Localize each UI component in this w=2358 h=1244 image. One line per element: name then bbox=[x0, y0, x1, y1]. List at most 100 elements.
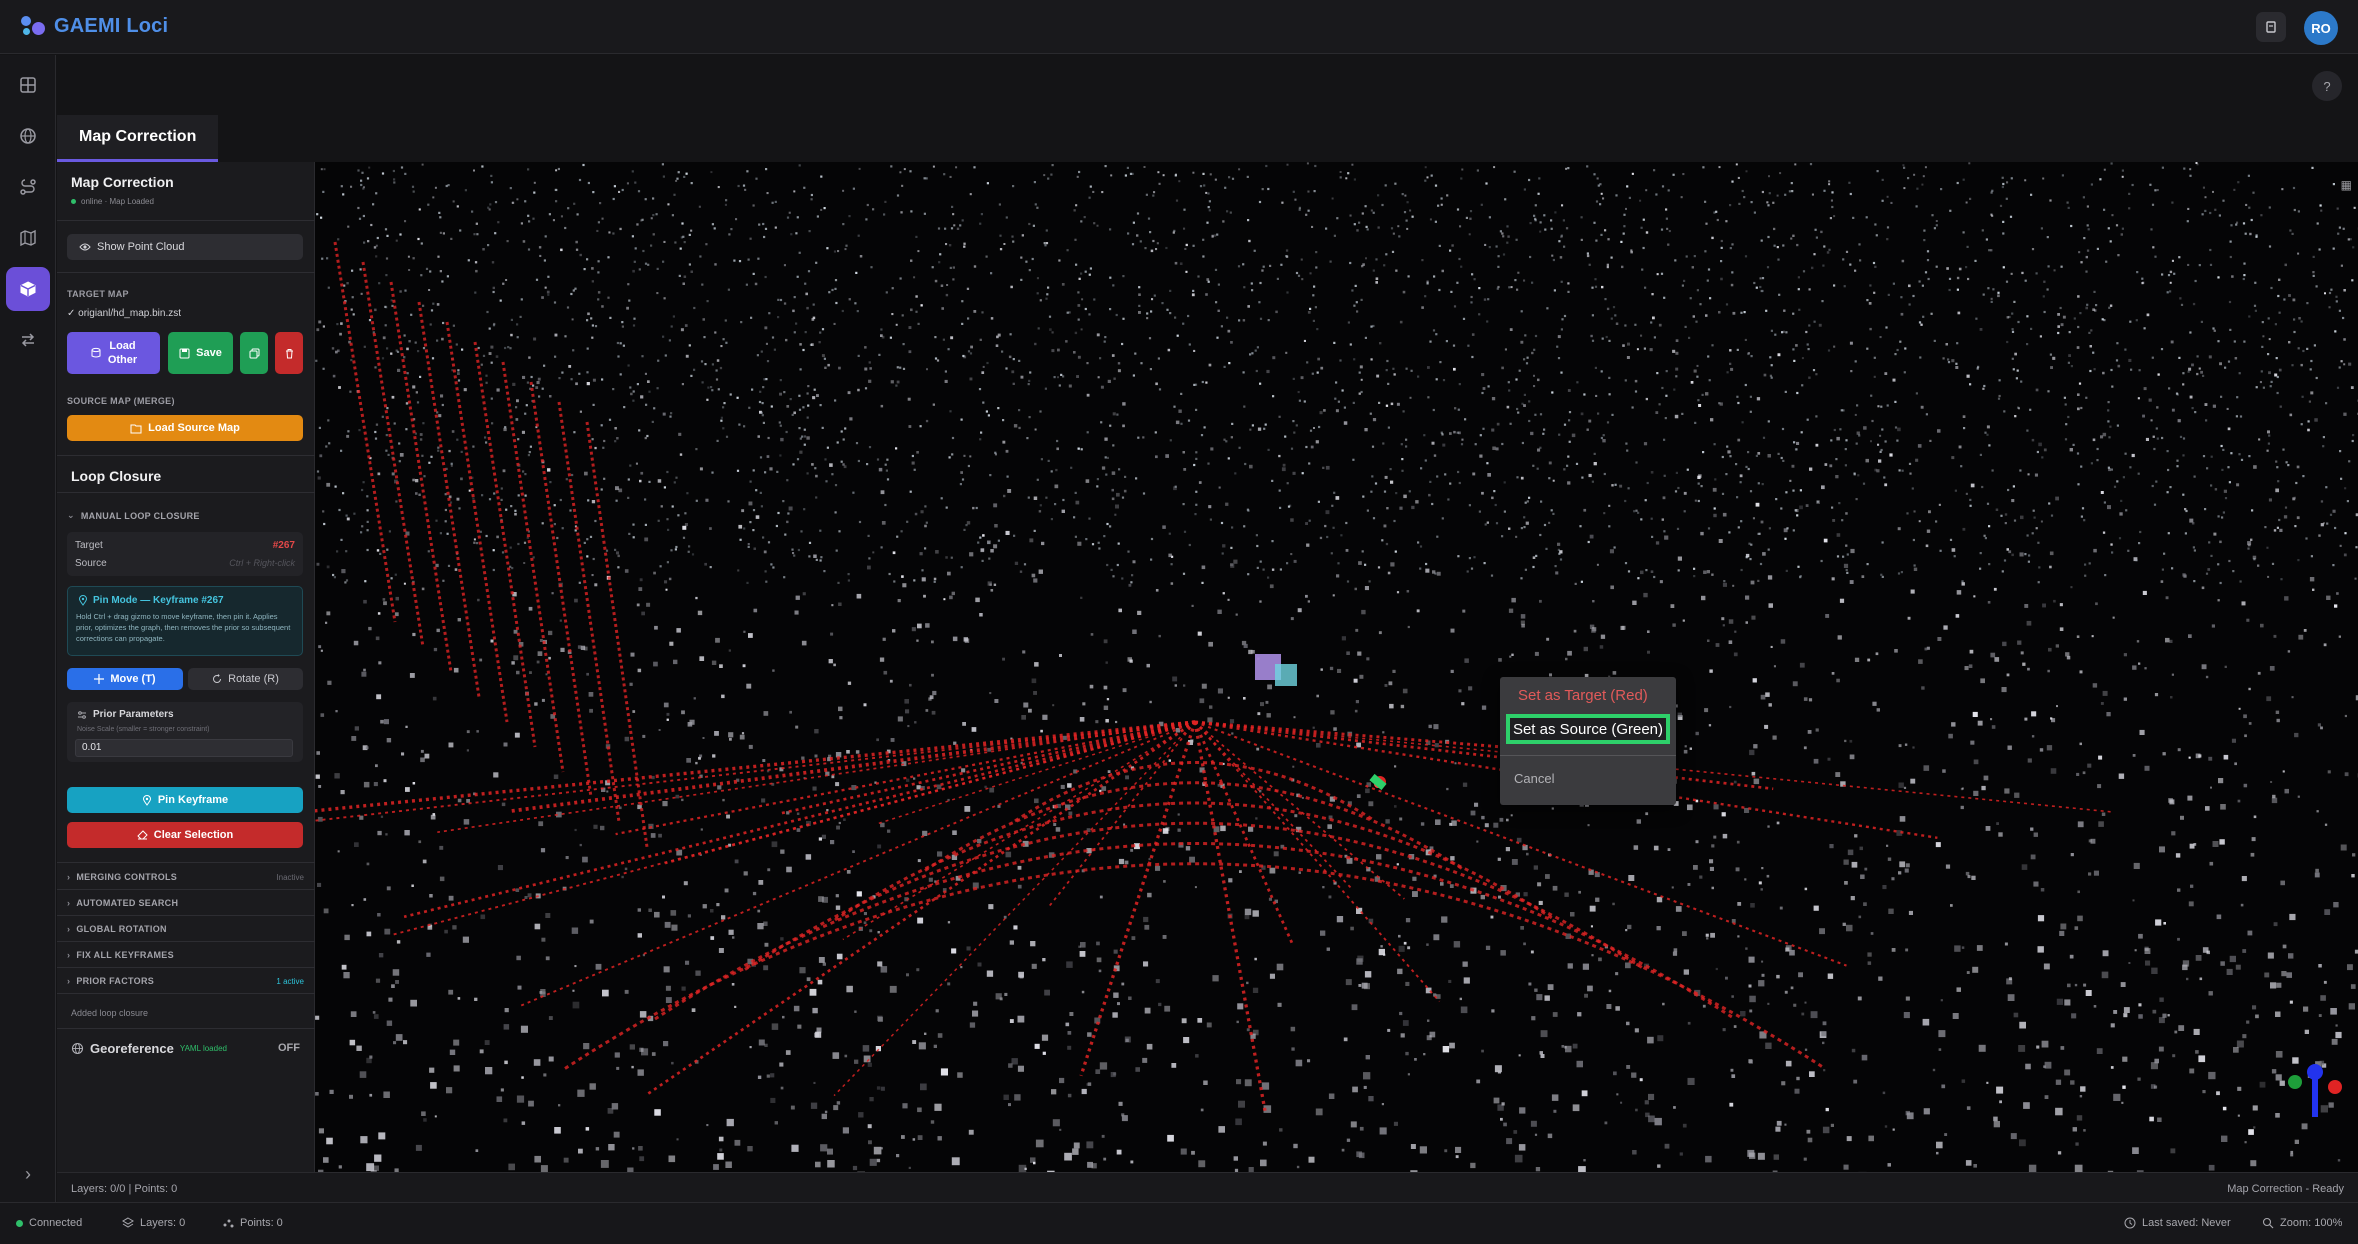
layers-icon bbox=[122, 1217, 134, 1228]
divider bbox=[57, 889, 315, 890]
load-other-button[interactable]: Load Other bbox=[67, 332, 160, 374]
chevron-right-icon: › bbox=[25, 1163, 31, 1184]
georeference-row[interactable]: Georeference YAML loaded OFF bbox=[71, 1040, 300, 1056]
status-bar: Connected Layers: 0 Points: 0 Last saved… bbox=[0, 1202, 2358, 1244]
rail-map-correction[interactable] bbox=[6, 267, 50, 311]
rotate-button[interactable]: Rotate (R) bbox=[188, 668, 303, 690]
chevron-down-icon: ⌄ bbox=[67, 510, 75, 520]
save-button[interactable]: Save bbox=[168, 332, 233, 374]
app-title: GAEMI Loci bbox=[54, 14, 169, 37]
prior-parameters-title: Prior Parameters bbox=[77, 709, 174, 720]
help-button[interactable]: ? bbox=[2312, 71, 2342, 101]
database-icon bbox=[91, 347, 101, 358]
noise-scale-label: Noise Scale (smaller = stronger constrai… bbox=[77, 726, 210, 733]
route-icon bbox=[20, 179, 36, 195]
magnifier-icon bbox=[2262, 1217, 2274, 1229]
georeference-toggle[interactable]: OFF bbox=[278, 1042, 300, 1054]
map-icon bbox=[20, 229, 36, 247]
global-rotation-toggle[interactable]: › GLOBAL ROTATION bbox=[67, 924, 167, 934]
load-source-map-button[interactable]: Load Source Map bbox=[67, 415, 303, 441]
map-correction-panel: Map Correction online · Map Loaded Show … bbox=[57, 162, 315, 1172]
top-header: GAEMI Loci RO bbox=[0, 0, 2358, 54]
pin-keyframe-button[interactable]: Pin Keyframe bbox=[67, 787, 303, 813]
folder-icon bbox=[130, 424, 142, 433]
delete-map-button[interactable] bbox=[275, 332, 303, 374]
copy-button[interactable] bbox=[240, 332, 268, 374]
show-point-cloud-button[interactable]: Show Point Cloud bbox=[67, 234, 303, 260]
prior-parameters-box: Prior Parameters Noise Scale (smaller = … bbox=[67, 702, 303, 762]
trash-icon bbox=[285, 348, 293, 358]
rotate-icon bbox=[213, 674, 222, 683]
content-top-strip: ? Map Correction bbox=[57, 55, 2358, 162]
menu-separator bbox=[1500, 755, 1676, 756]
divider bbox=[57, 941, 315, 942]
point-cloud-viewport[interactable]: ▦ Set as Target (Red) Set as Source (Gre… bbox=[315, 162, 2358, 1172]
loop-closure-title: Loop Closure bbox=[71, 468, 162, 484]
cube-icon bbox=[20, 281, 36, 297]
zoom-level[interactable]: Zoom: 100% bbox=[2262, 1217, 2342, 1229]
rail-map[interactable] bbox=[6, 216, 50, 260]
viewport-info-bar: Layers: 0/0 | Points: 0 Map Correction -… bbox=[57, 1172, 2358, 1202]
viewport-grid-icon[interactable]: ▦ bbox=[2341, 178, 2352, 192]
divider bbox=[57, 455, 315, 456]
online-dot-icon bbox=[71, 199, 76, 204]
pin-mode-title: Pin Mode — Keyframe #267 bbox=[78, 595, 224, 606]
layers-points-summary: Layers: 0/0 | Points: 0 bbox=[71, 1183, 178, 1195]
user-avatar[interactable]: RO bbox=[2304, 11, 2338, 45]
grid-icon bbox=[20, 77, 36, 93]
rail-route[interactable] bbox=[6, 165, 50, 209]
brand[interactable]: GAEMI Loci bbox=[20, 13, 168, 39]
georeference-badge: YAML loaded bbox=[179, 1043, 227, 1053]
rail-dashboard[interactable] bbox=[6, 63, 50, 107]
panel-title: Map Correction bbox=[71, 174, 174, 190]
source-hint: Ctrl + Right-click bbox=[229, 558, 295, 568]
sliders-icon bbox=[78, 710, 86, 719]
move-button[interactable]: Move (T) bbox=[67, 668, 183, 690]
merging-controls-toggle[interactable]: › MERGING CONTROLS bbox=[67, 872, 177, 882]
prior-factors-badge: 1 active bbox=[276, 977, 304, 986]
source-row: Source Ctrl + Right-click bbox=[75, 558, 295, 569]
selection-box: Target #267 Source Ctrl + Right-click bbox=[67, 532, 303, 576]
pin-icon bbox=[78, 595, 88, 606]
chevron-right-icon: › bbox=[67, 924, 71, 934]
points-icon bbox=[223, 1219, 234, 1228]
point-cloud-canvas[interactable] bbox=[315, 162, 2358, 1172]
tab-map-correction[interactable]: Map Correction bbox=[57, 115, 219, 162]
noise-scale-input[interactable]: 0.01 bbox=[75, 739, 293, 757]
cancel-menu-item[interactable]: Cancel bbox=[1514, 771, 1554, 786]
divider bbox=[57, 915, 315, 916]
eraser-icon bbox=[137, 830, 148, 840]
globe-icon bbox=[20, 128, 36, 144]
divider bbox=[57, 967, 315, 968]
rail-transfer[interactable] bbox=[6, 318, 50, 362]
rail-globe[interactable] bbox=[6, 114, 50, 158]
clear-selection-button[interactable]: Clear Selection bbox=[67, 822, 303, 848]
chevron-right-icon: › bbox=[67, 976, 71, 986]
set-as-source-menu-item[interactable]: Set as Source (Green) bbox=[1506, 714, 1670, 744]
notes-button[interactable] bbox=[2256, 12, 2286, 42]
prior-factors-toggle[interactable]: › PRIOR FACTORS bbox=[67, 976, 154, 986]
globe-icon bbox=[71, 1042, 84, 1054]
document-icon bbox=[2266, 21, 2276, 33]
chevron-right-icon: › bbox=[67, 898, 71, 908]
manual-loop-closure-toggle[interactable]: ⌄ MANUAL LOOP CLOSURE bbox=[67, 510, 200, 521]
connected-dot-icon bbox=[16, 1219, 23, 1227]
set-as-target-menu-item[interactable]: Set as Target (Red) bbox=[1518, 687, 1648, 704]
automated-search-toggle[interactable]: › AUTOMATED SEARCH bbox=[67, 898, 178, 908]
log-message: Added loop closure bbox=[71, 1008, 149, 1018]
target-row: Target #267 bbox=[75, 540, 295, 551]
divider bbox=[57, 272, 315, 273]
connection-indicator: Connected bbox=[16, 1217, 82, 1229]
source-map-label: SOURCE MAP (MERGE) bbox=[67, 396, 175, 406]
app-root: GAEMI Loci RO › ? Map Correction Map Cor… bbox=[0, 0, 2358, 1244]
chevron-right-icon: › bbox=[67, 872, 71, 882]
expand-rail-button[interactable]: › bbox=[16, 1162, 40, 1186]
mode-status: Map Correction - Ready bbox=[2227, 1183, 2344, 1195]
target-map-file: ✓ origianl/hd_map.bin.zst bbox=[67, 308, 181, 319]
pin-mode-description: Hold Ctrl + drag gizmo to move keyframe,… bbox=[76, 612, 291, 643]
save-icon bbox=[179, 348, 190, 358]
fix-all-keyframes-toggle[interactable]: › FIX ALL KEYFRAMES bbox=[67, 950, 174, 960]
layers-count: Layers: 0 bbox=[122, 1217, 185, 1229]
divider bbox=[57, 993, 315, 994]
merging-status-badge: Inactive bbox=[276, 873, 304, 882]
